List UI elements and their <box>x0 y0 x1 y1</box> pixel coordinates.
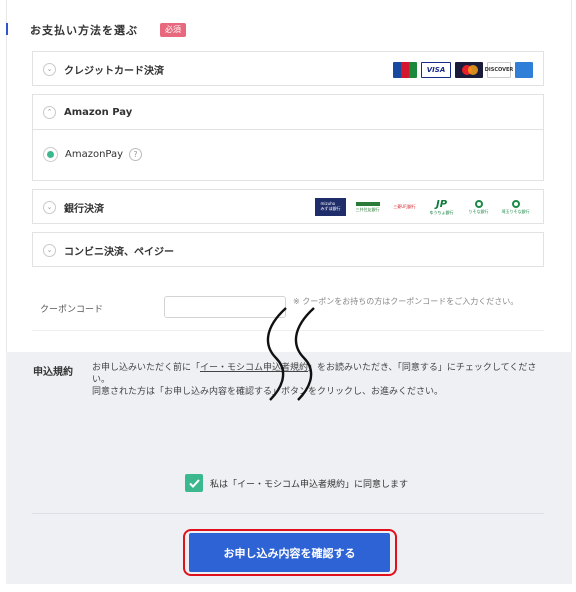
section-accent-bar <box>6 23 8 35</box>
payment-option-amazon-pay: ⌃ Amazon Pay AmazonPay ? <box>32 94 544 181</box>
payment-section-title: お支払い方法を選ぶ <box>30 24 138 37</box>
divider <box>32 513 544 514</box>
checkmark-icon <box>188 478 200 488</box>
mufg-bank-logo-icon: 三菱UFJ銀行 <box>393 203 416 209</box>
mizuho-bank-logo-icon: mizuho みずほ銀行 <box>315 198 346 216</box>
terms-title: 申込規約 <box>33 367 73 378</box>
agree-checkbox[interactable] <box>185 474 203 492</box>
coupon-note: ※ クーポンをお持ちの方はクーポンコードをご入力ください。 <box>293 297 519 306</box>
regional-bank-logo-icon: 埼玉りそな銀行 <box>500 198 531 216</box>
smbc-bank-logo-icon: 三井住友銀行 <box>352 198 383 216</box>
cut-mark-icon <box>266 307 315 401</box>
confirm-button[interactable]: お申し込み内容を確認する <box>189 533 390 572</box>
payment-option-convenience-store[interactable]: ⌄ コンビニ決済、ペイジー <box>32 232 544 267</box>
required-badge: 必須 <box>160 23 186 37</box>
chevron-down-icon: ⌄ <box>43 62 56 76</box>
payment-option-bank[interactable]: ⌄ 銀行決済 mizuho みずほ銀行 三井住友銀行 三菱UFJ銀行 JP ゆうちょ… <box>32 189 544 224</box>
amazon-pay-label: Amazon Pay <box>64 106 133 118</box>
amex-logo-icon <box>515 62 533 78</box>
amazon-pay-body: AmazonPay ? <box>33 129 543 181</box>
regional-bank-logo-icon: りそな銀行 <box>463 198 494 216</box>
chevron-down-icon: ⌄ <box>43 200 56 214</box>
bank-label: 銀行決済 <box>64 203 104 215</box>
amazon-pay-header[interactable]: ⌃ Amazon Pay <box>33 95 543 129</box>
convenience-label: コンビニ決済、ペイジー <box>64 246 174 258</box>
jcb-logo-icon <box>393 62 417 78</box>
chevron-up-icon: ⌃ <box>43 105 56 119</box>
japan-post-bank-logo-icon: JP ゆうちょ銀行 <box>429 198 454 215</box>
credit-card-label: クレジットカード決済 <box>64 65 164 77</box>
card-brand-logos: VISA DISCOVER <box>393 62 533 78</box>
bank-logos: mizuho みずほ銀行 三井住友銀行 三菱UFJ銀行 JP ゆうちょ銀行 りそな銀… <box>315 198 531 216</box>
mastercard-logo-icon <box>455 62 483 78</box>
amazon-pay-radio[interactable] <box>43 147 58 162</box>
payment-option-credit-card[interactable]: ⌄ クレジットカード決済 VISA DISCOVER <box>32 51 544 86</box>
coupon-label: クーポンコード <box>40 305 104 315</box>
visa-logo-icon: VISA <box>421 62 451 78</box>
help-icon[interactable]: ? <box>129 148 142 161</box>
agree-label: 私は「イー・モシコム申込者規約」に同意します <box>210 480 409 490</box>
chevron-down-icon: ⌄ <box>43 243 56 257</box>
discover-logo-icon: DISCOVER <box>485 62 513 78</box>
terms-line1-pre: お申し込みいただく前に「 <box>92 363 201 373</box>
amazon-pay-option-label: AmazonPay <box>65 149 124 160</box>
